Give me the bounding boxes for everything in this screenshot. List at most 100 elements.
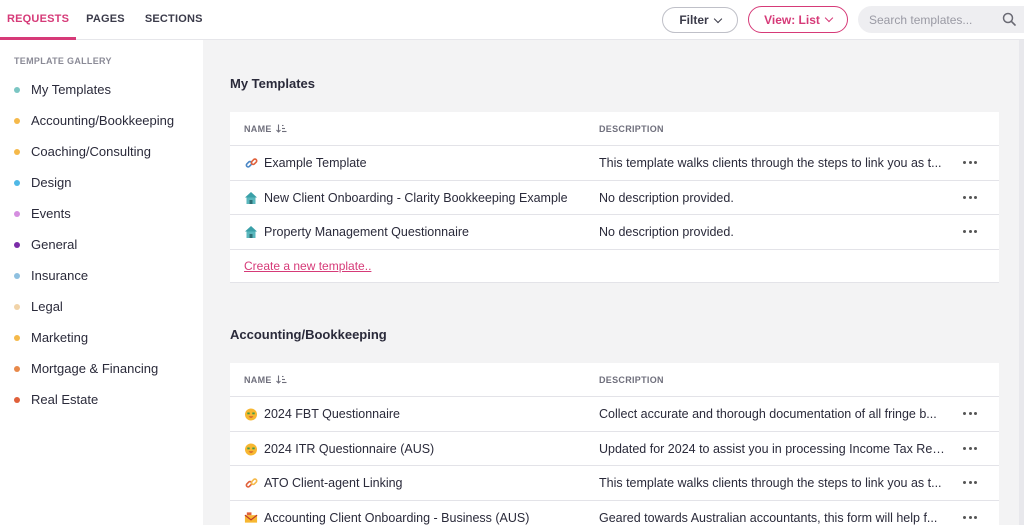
template-description: This template walks clients through the …: [599, 156, 942, 170]
template-name[interactable]: New Client Onboarding - Clarity Bookkeep…: [264, 191, 568, 205]
template-name[interactable]: 2024 FBT Questionnaire: [264, 407, 400, 421]
sidebar-item-label: Accounting/Bookkeeping: [31, 113, 175, 128]
top-bar: REQUESTS PAGES SECTIONS Filter View: Lis…: [0, 0, 1024, 40]
sidebar-item-label: Insurance: [31, 268, 89, 283]
name-column-header[interactable]: NAME: [244, 124, 287, 134]
sidebar-heading: TEMPLATE GALLERY: [14, 56, 112, 66]
sidebar-item-label: General: [31, 237, 78, 252]
filter-label: Filter: [679, 13, 709, 27]
my-templates-table: NAME DESCRIPTION Example Template This t…: [230, 112, 999, 283]
template-name[interactable]: Example Template: [264, 156, 367, 170]
section-title-accounting-bookkeeping: Accounting/Bookkeeping: [230, 327, 387, 342]
sidebar-item-label: Legal: [31, 299, 63, 314]
table-row[interactable]: 2024 FBT Questionnaire Collect accurate …: [230, 397, 999, 432]
sidebar-list: My Templates Accounting/Bookkeeping Coac…: [0, 74, 203, 415]
filter-button[interactable]: Filter: [662, 7, 738, 33]
create-template-link[interactable]: Create a new template..: [244, 259, 371, 273]
description-column-header: DESCRIPTION: [599, 374, 664, 385]
view-label: View: List: [764, 12, 820, 27]
house-icon: [244, 191, 258, 205]
search-icon[interactable]: [1002, 12, 1016, 26]
search-input[interactable]: [869, 11, 994, 28]
create-template-row: Create a new template..: [230, 250, 999, 283]
table-row[interactable]: Accounting Client Onboarding - Business …: [230, 501, 999, 525]
sidebar-item-label: Design: [31, 175, 72, 190]
template-description: Geared towards Australian accountants, t…: [599, 510, 938, 525]
tab-requests[interactable]: REQUESTS: [0, 0, 77, 40]
category-dot-icon: [14, 334, 20, 341]
more-options-icon[interactable]: [963, 412, 977, 415]
scrollbar[interactable]: [1019, 40, 1024, 525]
accounting-bookkeeping-table: NAME DESCRIPTION 2024 FBT Questionnaire …: [230, 363, 999, 525]
name-header-label: NAME: [244, 374, 272, 385]
sidebar-item-coaching-consulting[interactable]: Coaching/Consulting: [0, 136, 203, 167]
category-dot-icon: [14, 86, 20, 93]
template-description: This template walks clients through the …: [599, 476, 942, 490]
name-column-header[interactable]: NAME: [244, 375, 287, 385]
link-icon: [244, 156, 258, 170]
link-icon: [244, 476, 258, 490]
money-face-icon: [244, 442, 258, 456]
sidebar-item-legal[interactable]: Legal: [0, 291, 203, 322]
sidebar-item-events[interactable]: Events: [0, 198, 203, 229]
more-options-icon[interactable]: [963, 481, 977, 484]
sidebar-item-marketing[interactable]: Marketing: [0, 322, 203, 353]
house-icon: [244, 225, 258, 239]
table-row[interactable]: Property Management Questionnaire No des…: [230, 215, 999, 250]
name-header-label: NAME: [244, 123, 272, 134]
template-name[interactable]: 2024 ITR Questionnaire (AUS): [264, 442, 434, 456]
category-dot-icon: [14, 396, 20, 403]
template-description: Collect accurate and thorough documentat…: [599, 407, 937, 421]
category-dot-icon: [14, 241, 20, 248]
table-header: NAME DESCRIPTION: [230, 112, 999, 146]
sidebar-item-label: Coaching/Consulting: [31, 144, 151, 159]
table-row[interactable]: New Client Onboarding - Clarity Bookkeep…: [230, 181, 999, 215]
view-list-button[interactable]: View: List: [748, 6, 848, 33]
sidebar-item-insurance[interactable]: Insurance: [0, 260, 203, 291]
envelope-icon: [244, 511, 258, 525]
category-dot-icon: [14, 365, 20, 372]
search-box: [858, 6, 1024, 33]
category-dot-icon: [14, 272, 20, 279]
template-name[interactable]: ATO Client-agent Linking: [264, 476, 403, 490]
more-options-icon[interactable]: [963, 515, 977, 519]
template-gallery-sidebar: TEMPLATE GALLERY My Templates Accounting…: [0, 40, 203, 525]
table-row[interactable]: ATO Client-agent Linking This template w…: [230, 466, 999, 501]
nav-tabs: REQUESTS PAGES SECTIONS: [0, 0, 213, 40]
section-title-my-templates: My Templates: [230, 76, 316, 91]
tab-sections[interactable]: SECTIONS: [135, 0, 213, 40]
description-column-header: DESCRIPTION: [599, 123, 664, 134]
table-row[interactable]: 2024 ITR Questionnaire (AUS) Updated for…: [230, 432, 999, 466]
more-options-icon[interactable]: [963, 195, 977, 199]
sidebar-item-label: Marketing: [31, 330, 89, 345]
sidebar-item-accounting-bookkeeping[interactable]: Accounting/Bookkeeping: [0, 105, 203, 136]
sidebar-item-general[interactable]: General: [0, 229, 203, 260]
more-options-icon[interactable]: [963, 161, 977, 164]
sidebar-item-design[interactable]: Design: [0, 167, 203, 198]
category-dot-icon: [14, 117, 20, 124]
more-options-icon[interactable]: [963, 230, 977, 233]
table-row[interactable]: Example Template This template walks cli…: [230, 146, 999, 181]
category-dot-icon: [14, 303, 20, 310]
sidebar-item-my-templates[interactable]: My Templates: [0, 74, 203, 105]
template-description: No description provided.: [599, 190, 734, 205]
template-name[interactable]: Accounting Client Onboarding - Business …: [264, 511, 529, 525]
sort-icon[interactable]: [275, 124, 287, 133]
sidebar-item-label: Real Estate: [31, 392, 99, 407]
chevron-down-icon: [713, 14, 722, 23]
template-name[interactable]: Property Management Questionnaire: [264, 225, 469, 239]
sort-icon[interactable]: [275, 375, 287, 384]
sidebar-item-label: My Templates: [31, 82, 111, 97]
tab-pages[interactable]: PAGES: [76, 0, 135, 40]
sidebar-item-real-estate[interactable]: Real Estate: [0, 384, 203, 415]
sidebar-item-label: Mortgage & Financing: [31, 361, 159, 376]
template-description: No description provided.: [599, 225, 734, 239]
chevron-down-icon: [824, 13, 834, 23]
money-face-icon: [244, 407, 258, 421]
main-content: My Templates NAME DESCRIPTION Example Te…: [203, 40, 1024, 525]
template-description: Updated for 2024 to assist you in proces…: [599, 441, 946, 456]
table-header: NAME DESCRIPTION: [230, 363, 999, 397]
more-options-icon[interactable]: [963, 446, 977, 450]
category-dot-icon: [14, 179, 20, 186]
sidebar-item-mortgage-financing[interactable]: Mortgage & Financing: [0, 353, 203, 384]
